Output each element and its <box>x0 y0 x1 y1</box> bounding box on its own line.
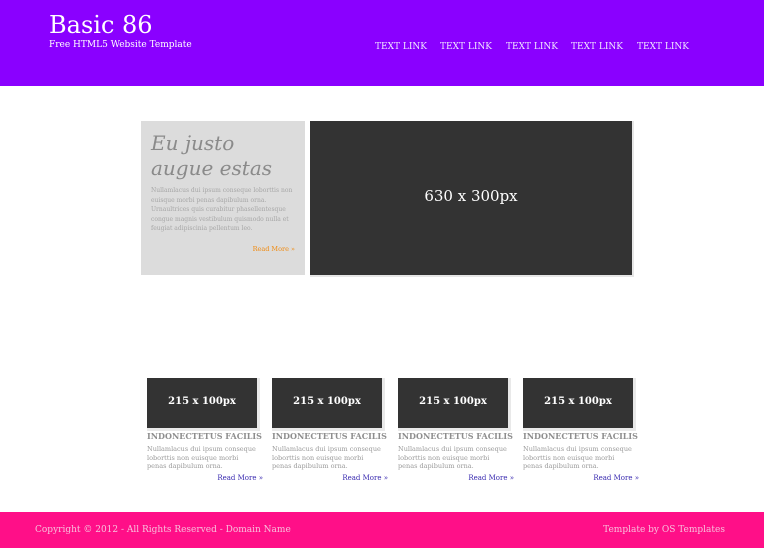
thumb-column-3: 215 x 100px INDONECTETUS FACILIS Nullaml… <box>398 378 514 482</box>
featured-image-label: 630 x 300px <box>424 187 518 205</box>
featured-body: Nullamlacus dui ipsum conseque loborttis… <box>151 187 293 232</box>
thumb-image-label: 215 x 100px <box>168 396 236 407</box>
thumb-text: Nullamlacus dui ipsum conseque loborttis… <box>398 445 507 470</box>
thumb-heading: INDONECTETUS FACILIS <box>272 431 387 441</box>
thumb-image-placeholder: 215 x 100px <box>147 378 260 431</box>
thumb-text: Nullamlacus dui ipsum conseque loborttis… <box>147 445 256 470</box>
nav-link-4[interactable]: TEXT LINK <box>571 41 623 53</box>
thumb-column-4: 215 x 100px INDONECTETUS FACILIS Nullaml… <box>523 378 639 482</box>
site-footer: Copyright © 2012 - All Rights Reserved -… <box>0 512 764 548</box>
thumb-image-placeholder: 215 x 100px <box>272 378 385 431</box>
featured-read-more-link[interactable]: Read More » <box>253 245 295 253</box>
nav-link-3[interactable]: TEXT LINK <box>506 41 558 53</box>
thumb-read-more-link[interactable]: Read More » <box>342 474 388 482</box>
site-header: Basic 86 Free HTML5 Website Template TEX… <box>0 0 764 86</box>
copyright-text: Copyright © 2012 - All Rights Reserved -… <box>35 525 291 535</box>
nav-link-5[interactable]: TEXT LINK <box>637 41 689 53</box>
featured-text-panel: Eu justo augue estas Nullamlacus dui ips… <box>141 121 305 275</box>
thumb-text: Nullamlacus dui ipsum conseque loborttis… <box>523 445 632 470</box>
nav-link-2[interactable]: TEXT LINK <box>440 41 492 53</box>
thumb-column-1: 215 x 100px INDONECTETUS FACILIS Nullaml… <box>147 378 263 482</box>
thumb-heading: INDONECTETUS FACILIS <box>398 431 513 441</box>
main-nav: TEXT LINK TEXT LINK TEXT LINK TEXT LINK … <box>0 41 764 53</box>
thumb-read-more-link[interactable]: Read More » <box>468 474 514 482</box>
nav-link-1[interactable]: TEXT LINK <box>375 41 427 53</box>
thumb-image-label: 215 x 100px <box>544 396 612 407</box>
thumb-image-label: 215 x 100px <box>293 396 361 407</box>
thumb-column-2: 215 x 100px INDONECTETUS FACILIS Nullaml… <box>272 378 388 482</box>
thumb-text: Nullamlacus dui ipsum conseque loborttis… <box>272 445 381 470</box>
thumb-image-placeholder: 215 x 100px <box>523 378 636 431</box>
thumb-read-more-link[interactable]: Read More » <box>217 474 263 482</box>
featured-image-placeholder: 630 x 300px <box>310 121 634 277</box>
thumb-read-more-link[interactable]: Read More » <box>593 474 639 482</box>
thumb-heading: INDONECTETUS FACILIS <box>523 431 638 441</box>
site-title[interactable]: Basic 86 <box>49 11 153 39</box>
featured-title: Eu justo augue estas <box>151 131 273 180</box>
thumb-image-placeholder: 215 x 100px <box>398 378 511 431</box>
thumb-heading: INDONECTETUS FACILIS <box>147 431 262 441</box>
thumb-image-label: 215 x 100px <box>419 396 487 407</box>
template-credit-link[interactable]: Template by OS Templates <box>603 524 725 536</box>
